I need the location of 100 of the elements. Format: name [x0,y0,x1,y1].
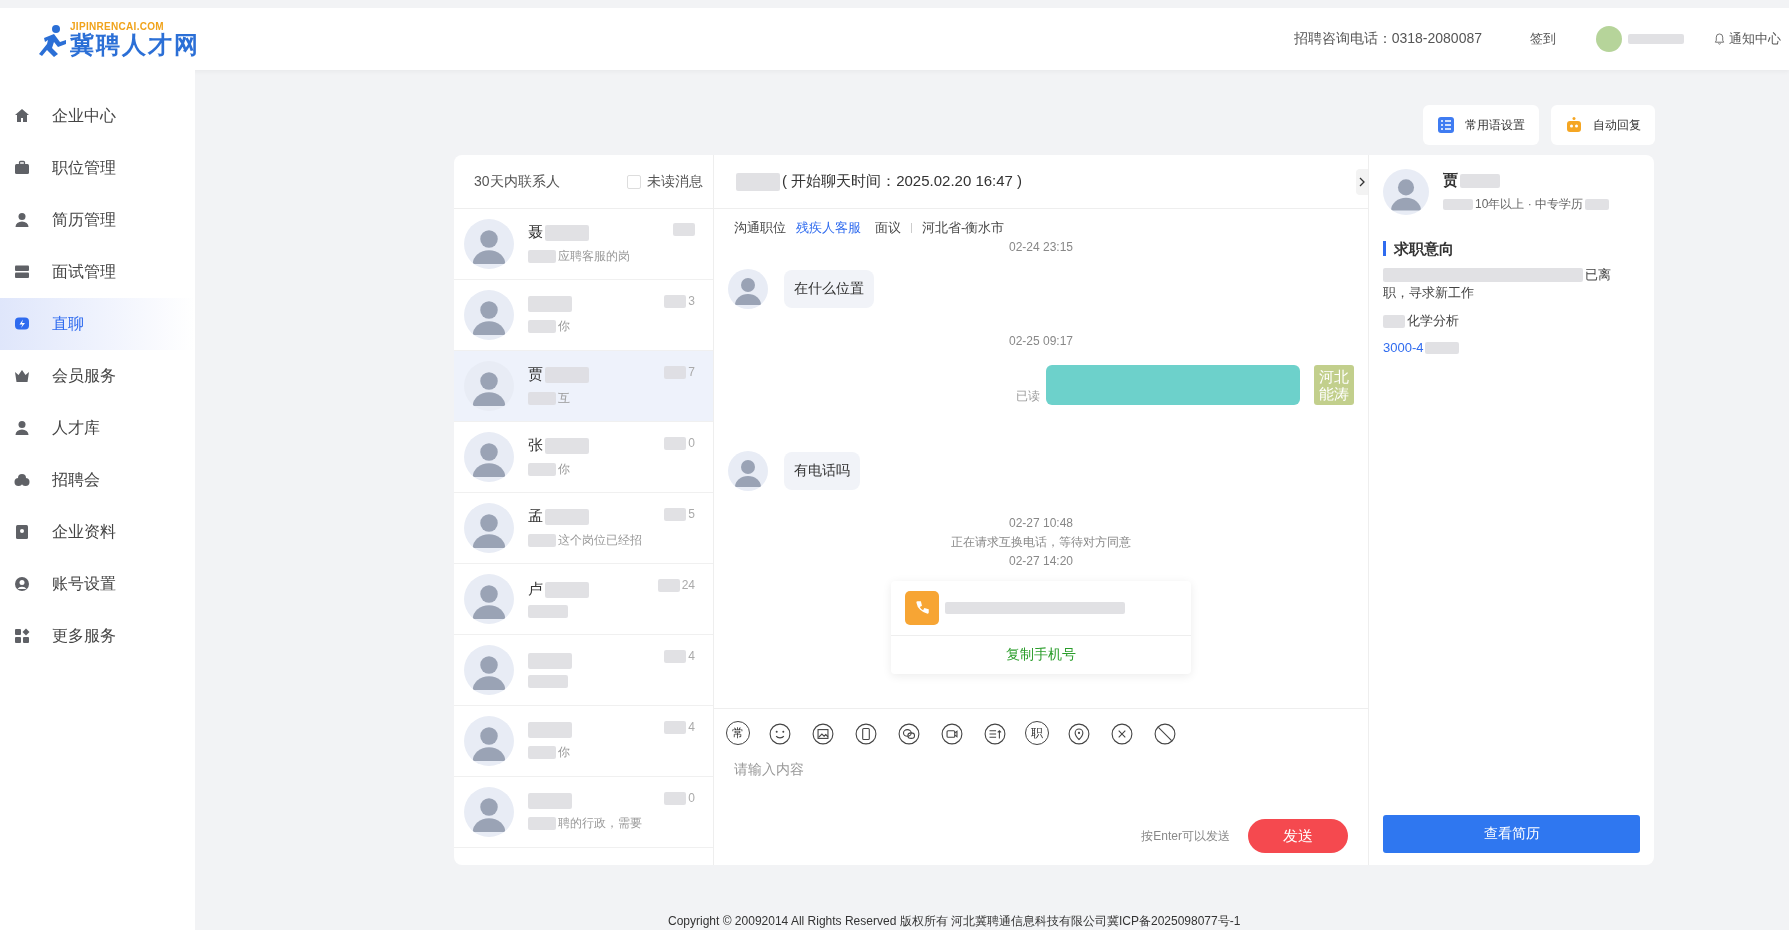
message-preview: 你 [558,461,570,478]
job-link[interactable]: 残疾人客服 [796,219,861,237]
phrase-settings-button[interactable]: 常用语设置 [1423,105,1539,145]
sidebar-item[interactable]: 企业资料 [0,506,195,558]
avatar [464,574,514,624]
blurred-text [528,250,556,263]
avatar [464,432,514,482]
blurred-text [528,721,572,738]
sign-in-link[interactable]: 签到 [1530,30,1556,48]
copy-phone-link[interactable]: 复制手机号 [891,636,1191,674]
block-icon[interactable] [1152,721,1178,747]
contact-time: 3 [688,294,695,308]
blurred-text [664,294,687,308]
blurred-text [736,172,780,191]
video-icon[interactable] [939,721,965,747]
document-icon [14,524,30,540]
smiley-icon[interactable] [767,721,793,747]
sidebar-item[interactable]: 更多服务 [0,610,195,662]
message-preview: 聘的行政，需要 [558,814,642,832]
blurred-text [1443,199,1473,210]
robot-icon [1565,116,1583,134]
avatar [464,787,514,837]
message-time: 02-27 14:20 [1007,553,1075,569]
collapse-tab[interactable] [1356,169,1368,195]
blurred-text [664,436,687,450]
sidebar-item[interactable]: 职位管理 [0,142,195,194]
list-icon [1437,116,1455,134]
message-preview: 你 [558,743,570,761]
blurred-text [528,605,568,618]
section-heading: 求职意向 [1383,241,1640,256]
contact-time: 5 [688,507,695,521]
auto-reply-button[interactable]: 自动回复 [1551,105,1655,145]
system-message: 正在请求互换电话，等待对方同意 [950,534,1132,551]
contact-name: 贾 [528,365,543,384]
avatar [464,361,514,411]
logo-name: 冀聘人才网 [70,31,200,58]
sidebar-item[interactable]: 企业中心 [0,90,195,142]
blurred-text [528,674,568,688]
view-resume-button[interactable]: 查看简历 [1383,815,1640,853]
message-time: 02-24 23:15 [1007,239,1075,255]
contact-name: 聂 [528,223,543,242]
account-circle-icon [14,576,30,592]
close-icon[interactable] [1109,721,1135,747]
phone-icon[interactable] [853,721,879,747]
contact-time: 4 [688,649,695,663]
runner-logo-icon [38,23,68,58]
image-icon[interactable] [810,721,836,747]
blurred-text [528,534,556,547]
contact-item[interactable]: 聂 应聘客服的岗 [454,209,713,280]
sidebar-item[interactable]: 招聘会 [0,454,195,506]
resume-icon[interactable] [982,721,1008,747]
contact-item[interactable]: 贾 互 7 [454,351,713,422]
avatar [1383,169,1429,215]
avatar [464,219,514,269]
contact-item[interactable]: 张 你 0 [454,422,713,493]
message-time: 02-27 10:48 [1007,515,1075,531]
sidebar-item[interactable]: 账号设置 [0,558,195,610]
avatar [464,290,514,340]
briefcase-icon [14,160,30,176]
contact-time: 0 [688,436,695,450]
message-time: 02-25 09:17 [1007,333,1075,349]
sidebar-item[interactable]: 面试管理 [0,246,195,298]
unread-filter-checkbox[interactable]: 未读消息 [627,172,703,191]
home-icon [14,108,30,124]
blurred-text [545,224,589,241]
sidebar-item[interactable]: 简历管理 [0,194,195,246]
crown-icon [14,368,30,384]
blurred-text [1383,314,1405,328]
contact-name: 卢 [528,580,543,599]
wechat-icon[interactable] [896,721,922,747]
notification-center-link[interactable]: 通知中心 [1714,30,1781,48]
location-pin-icon[interactable] [1066,721,1092,747]
intent-text: 已离 [1585,266,1611,284]
avatar [728,451,768,491]
read-status: 已读 [1016,388,1040,405]
send-button[interactable]: 发送 [1248,819,1348,853]
blurred-text [1628,34,1684,44]
drawer-icon [14,264,30,280]
blurred-text [545,508,589,525]
message-bubble: 在什么位置 [784,270,874,308]
contact-time: 0 [688,791,695,805]
chevron-right-icon [1359,177,1365,187]
blurred-text [528,295,572,312]
contact-name: 孟 [528,507,543,526]
chat-bubble-icon [14,316,30,332]
sidebar-item[interactable]: 会员服务 [0,350,195,402]
contact-item[interactable]: 孟 这个岗位已经招 5 [454,493,713,564]
blurred-text [545,437,589,454]
contacts-title: 30天内联系人 [474,172,560,191]
blurred-text [528,792,572,809]
blurred-text [673,223,695,236]
message-bubble: 有电话吗 [784,452,860,490]
contact-time: 4 [688,720,695,734]
blurred-text [664,507,687,521]
sidebar-item[interactable]: 人才库 [0,402,195,454]
logo[interactable]: JIPINRENCAI.COM 冀聘人才网 [38,20,200,58]
blurred-text [528,816,556,830]
contact-item[interactable]: 卢 24 [454,564,713,635]
blurred-text [528,745,556,759]
copyright-footer: Copyright © 20092014 All Rights Reserved 版权所有 河北冀聘通信息科技有限公司冀ICP备2025098077号-1 [668,913,1241,930]
